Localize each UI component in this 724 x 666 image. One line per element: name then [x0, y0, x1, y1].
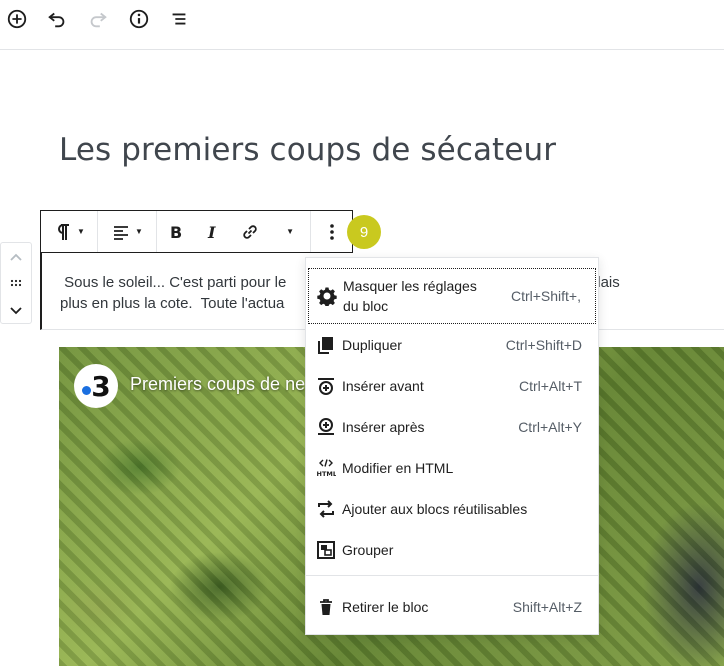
- align-left-icon: [114, 225, 129, 240]
- html-icon: HTML: [316, 458, 336, 478]
- info-icon: [129, 9, 149, 29]
- post-title[interactable]: Les premiers coups de sécateur: [59, 132, 556, 168]
- menu-item-label: Retirer le bloc: [342, 599, 429, 615]
- info-button[interactable]: [126, 6, 152, 32]
- menu-item-insert-before[interactable]: Insérer avant Ctrl+Alt+T: [306, 366, 598, 406]
- align-dropdown-button[interactable]: ▼: [98, 211, 156, 252]
- link-icon: [243, 224, 258, 239]
- chevron-up-icon: [10, 253, 22, 261]
- alignment-group: ▼: [98, 211, 157, 252]
- redo-button[interactable]: [85, 6, 111, 32]
- redo-icon: [90, 12, 107, 28]
- menu-item-label: Masquer les réglages du bloc: [343, 278, 477, 314]
- block-mover: [0, 242, 32, 324]
- menu-item-label: Ajouter aux blocs réutilisables: [342, 501, 528, 517]
- menu-item-label: Dupliquer: [342, 337, 402, 353]
- svg-text:HTML: HTML: [317, 470, 337, 478]
- menu-item-duplicate[interactable]: Dupliquer Ctrl+Shift+D: [306, 325, 598, 365]
- france3-logo: 3: [74, 364, 118, 408]
- block-type-group: ▼: [41, 211, 98, 252]
- vertical-ellipsis-icon: [329, 223, 334, 240]
- list-view-icon: [172, 13, 186, 25]
- undo-button[interactable]: [44, 6, 70, 32]
- block-settings-menu: Masquer les réglages du bloc Ctrl+Shift+…: [305, 257, 599, 635]
- add-block-button[interactable]: [4, 6, 30, 32]
- move-up-button[interactable]: [1, 247, 31, 269]
- block-toolbar: ▼ ▼ B I ▼: [40, 210, 353, 253]
- chevron-down-icon: [10, 307, 22, 315]
- reusable-icon: [316, 499, 336, 519]
- drag-handle[interactable]: [1, 273, 31, 293]
- bold-icon: B: [170, 223, 182, 242]
- group-icon: [316, 540, 336, 560]
- menu-item-shortcut: Shift+Alt+Z: [512, 599, 582, 615]
- menu-item-label: Insérer avant: [342, 378, 424, 394]
- plus-circle-icon: [7, 9, 27, 29]
- menu-item-label: Modifier en HTML: [342, 460, 454, 476]
- menu-item-edit-html[interactable]: HTML Modifier en HTML: [306, 448, 598, 488]
- step-badge: 9: [347, 215, 381, 249]
- menu-item-insert-after[interactable]: Insérer après Ctrl+Alt+Y: [306, 407, 598, 447]
- drag-handle-icon: [10, 279, 22, 287]
- menu-item-label: Insérer après: [342, 419, 425, 435]
- logo-dot: [82, 386, 91, 395]
- block-type-switcher[interactable]: ▼: [41, 211, 97, 252]
- more-options-button[interactable]: [311, 211, 352, 252]
- svg-text:I: I: [207, 223, 216, 242]
- menu-item-shortcut: Ctrl+Alt+Y: [518, 419, 582, 435]
- paragraph-icon: [58, 223, 70, 240]
- menu-item-hide-settings[interactable]: Masquer les réglages du bloc Ctrl+Shift+…: [308, 268, 596, 324]
- block-navigation-button[interactable]: [166, 6, 192, 32]
- menu-item-label: Grouper: [342, 542, 394, 558]
- more-formats-button[interactable]: ▼: [270, 211, 310, 252]
- svg-text:B: B: [170, 223, 182, 242]
- menu-item-remove-block[interactable]: Retirer le bloc Shift+Alt+Z: [306, 587, 598, 627]
- menu-item-shortcut: Ctrl+Alt+T: [518, 378, 582, 394]
- link-button[interactable]: [231, 211, 271, 252]
- italic-button[interactable]: I: [195, 211, 231, 252]
- undo-icon: [48, 12, 65, 28]
- format-group: B I ▼: [157, 211, 311, 252]
- insert-before-icon: [316, 376, 336, 396]
- menu-item-add-reusable[interactable]: Ajouter aux blocs réutilisables: [306, 489, 598, 529]
- caret-down-icon: ▼: [77, 227, 85, 236]
- editor-top-toolbar: [0, 0, 724, 50]
- bold-button[interactable]: B: [157, 211, 195, 252]
- caret-down-icon: ▼: [135, 227, 143, 236]
- menu-item-shortcut: Ctrl+Shift+D: [505, 337, 582, 353]
- gear-icon: [317, 286, 337, 306]
- video-title[interactable]: Premiers coups de ne: [130, 374, 305, 395]
- logo-number: 3: [91, 369, 111, 403]
- menu-item-group[interactable]: Grouper: [306, 530, 598, 570]
- menu-separator: [306, 575, 598, 576]
- duplicate-icon: [316, 335, 336, 355]
- caret-down-icon: ▼: [286, 227, 295, 236]
- italic-icon: I: [207, 223, 216, 242]
- more-options-group: [311, 211, 352, 252]
- menu-item-shortcut: Ctrl+Shift+,: [510, 288, 581, 304]
- insert-after-icon: [316, 417, 336, 437]
- move-down-button[interactable]: [1, 299, 31, 321]
- trash-icon: [316, 597, 336, 617]
